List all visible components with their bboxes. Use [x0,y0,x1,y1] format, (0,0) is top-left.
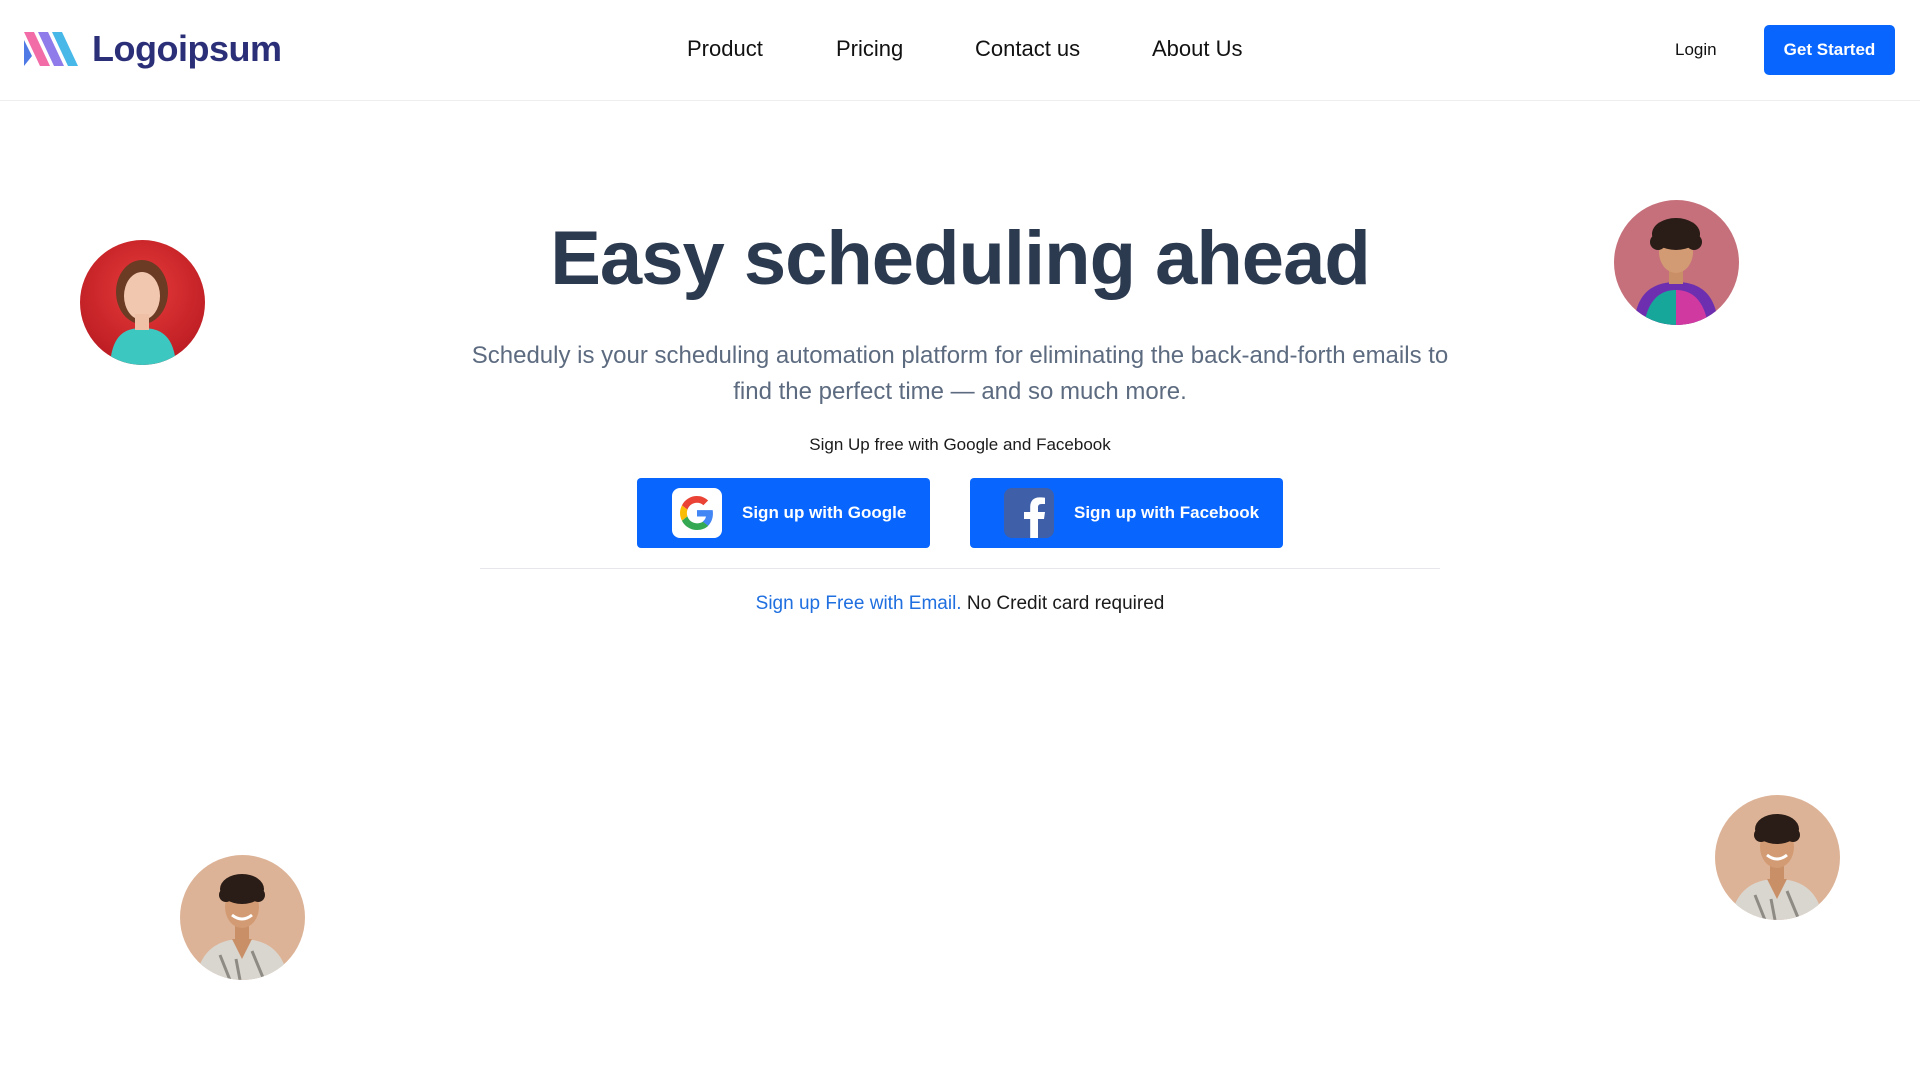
site-header: Logoipsum Product Pricing Contact us Abo… [0,0,1920,101]
google-signup-label: Sign up with Google [742,503,907,522]
facebook-icon [1004,488,1054,538]
hero-subtitle: Scheduly is your scheduling automation p… [471,342,1449,405]
main-nav: Product Pricing Contact us About Us [0,36,1920,66]
nav-product[interactable]: Product [687,36,763,62]
login-link[interactable]: Login [1675,40,1717,60]
email-signup-line: Sign up Free with Email. No Credit card … [0,593,1920,615]
nav-contact-us[interactable]: Contact us [975,36,1080,62]
get-started-button[interactable]: Get Started [1764,25,1895,75]
avatar-man-curly-beige-left [180,855,305,980]
avatar-man-curly-beige-right [1715,795,1840,920]
facebook-signup-button[interactable]: Sign up with Facebook [970,478,1283,548]
google-icon [672,488,722,538]
facebook-signup-label: Sign up with Facebook [1074,503,1260,522]
nav-about-us[interactable]: About Us [1152,36,1243,62]
nav-pricing[interactable]: Pricing [836,36,903,62]
hero-title: Easy scheduling ahead [550,216,1371,301]
no-credit-card-note: No Credit card required [961,593,1165,614]
google-signup-button[interactable]: Sign up with Google [637,478,930,548]
divider [480,568,1440,569]
email-signup-link[interactable]: Sign up Free with Email. [756,593,962,614]
signup-caption: Sign Up free with Google and Facebook [809,435,1111,454]
